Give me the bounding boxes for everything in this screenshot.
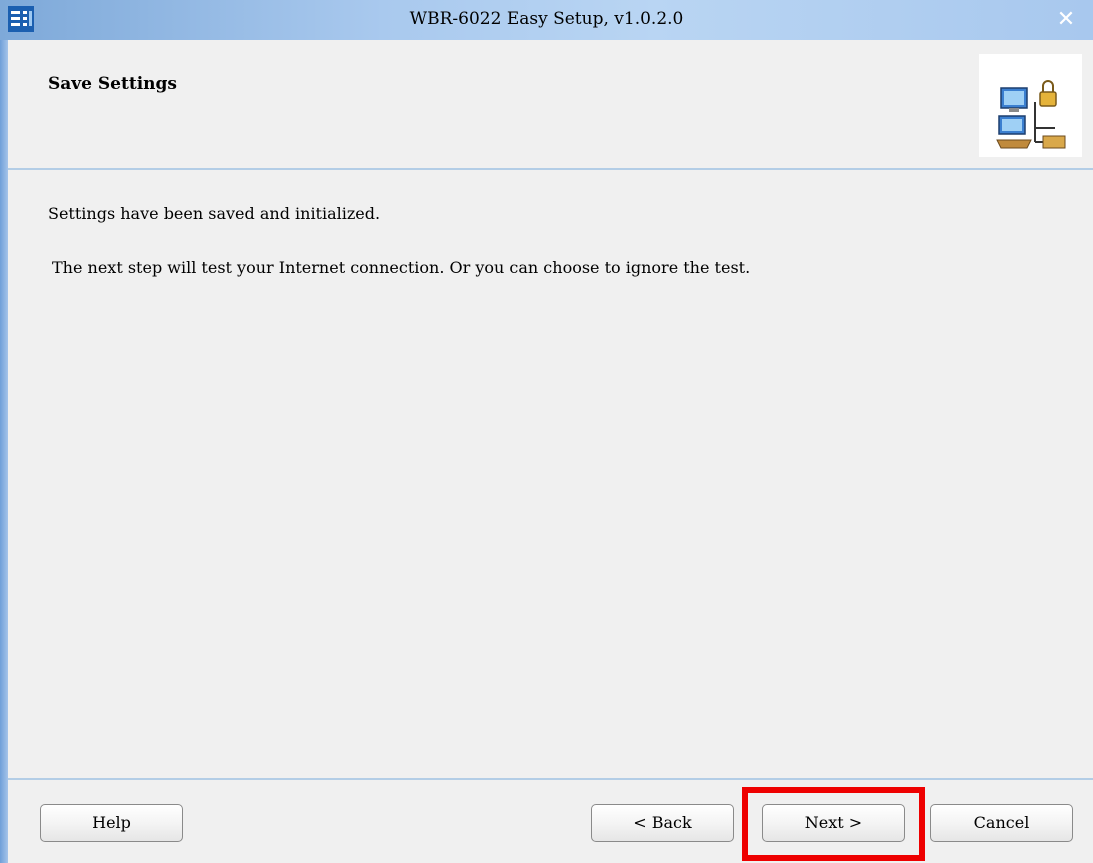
setup-wizard-window: WBR-6022 Easy Setup, v1.0.2.0 ✕ Save Set… — [0, 0, 1093, 863]
cancel-button[interactable]: Cancel — [930, 804, 1073, 842]
next-button[interactable]: Next > — [762, 804, 905, 842]
title-bar[interactable]: WBR-6022 Easy Setup, v1.0.2.0 ✕ — [0, 0, 1093, 40]
window-border — [0, 40, 8, 863]
status-message: Settings have been saved and initialized… — [48, 204, 381, 223]
window-title: WBR-6022 Easy Setup, v1.0.2.0 — [409, 9, 684, 29]
wizard-content: Settings have been saved and initialized… — [8, 170, 1093, 778]
network-computers-lock-icon — [979, 54, 1082, 157]
help-button[interactable]: Help — [40, 804, 183, 842]
back-button[interactable]: < Back — [591, 804, 734, 842]
instruction-message: The next step will test your Internet co… — [52, 258, 751, 277]
wizard-header: Save Settings — [8, 40, 1093, 168]
close-icon[interactable]: ✕ — [1053, 7, 1079, 33]
wizard-footer: Help < Back Next > Cancel — [8, 780, 1093, 863]
page-title: Save Settings — [48, 74, 177, 94]
